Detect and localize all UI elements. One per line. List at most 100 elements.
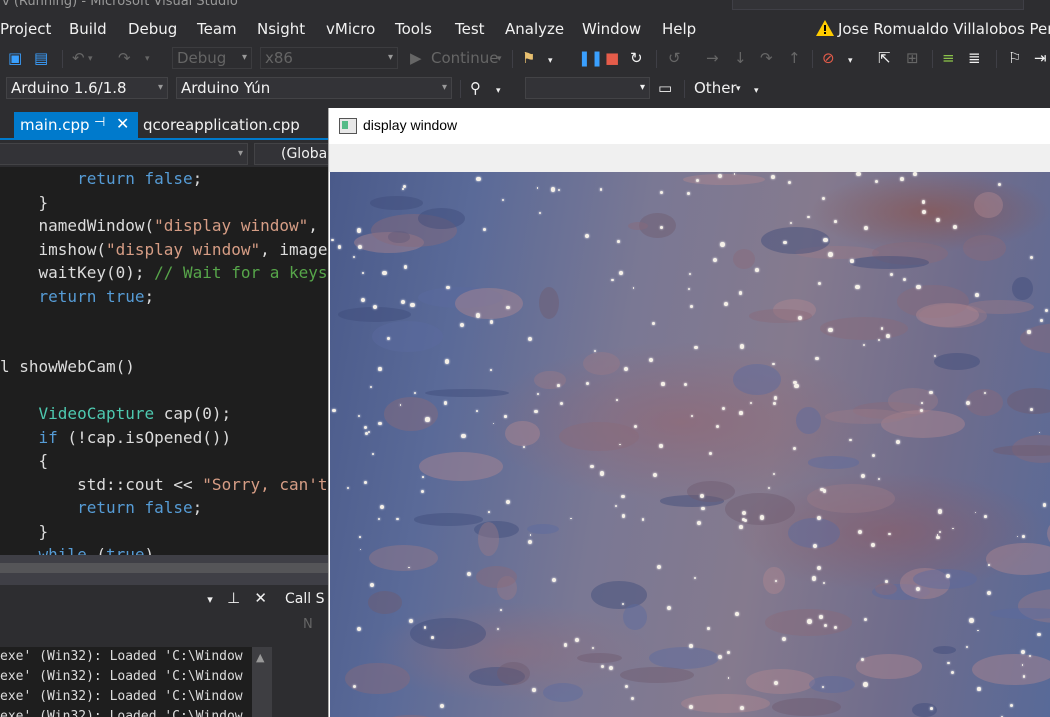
platform-value: x86 [265,49,293,67]
tab-label: main.cpp [20,116,90,134]
solution-configuration-select[interactable]: Debug ▾ [172,47,252,69]
serial-monitor-icon[interactable]: ▭ [658,79,672,97]
menu-analyze[interactable]: Analyze [505,20,564,38]
output-line: exe' (Win32): Loaded 'C:\Window [0,649,243,664]
code-line: return true; [38,286,155,306]
output-vscroll[interactable]: ▲ [252,647,272,717]
menu-team[interactable]: Team [197,20,237,38]
menu-debug[interactable]: Debug [128,20,177,38]
menu-tools[interactable]: Tools [395,20,432,38]
call-stack-title[interactable]: Call S [285,591,324,607]
global-scope-select[interactable]: (Global [254,143,334,165]
step-over-icon[interactable]: ↓ [734,49,747,67]
restart-icon[interactable]: ↻ [630,49,643,67]
panel-close-icon[interactable]: ✕ [254,589,267,607]
tab-main-cpp[interactable]: main.cpp ⊣ ✕ [14,112,138,138]
menu-nsight[interactable]: Nsight [257,20,305,38]
scope-value: (Global [281,146,332,162]
code-line: waitKey(0); // Wait for a keystro [0,263,330,282]
code-text: return false; } namedWindow("display win… [0,167,330,555]
continue-button[interactable]: Continue [431,49,498,67]
tab-qcoreapplication-cpp[interactable]: qcoreapplication.cpp [143,116,300,134]
thread-icon[interactable]: ⇱ [878,49,891,67]
menu-bar: Project Build Debug Team Nsight vMicro T… [0,14,1050,42]
output-line: exe' (Win32): Loaded 'C:\Window [0,689,243,704]
attach-process-icon[interactable]: ⚑ [522,49,535,67]
save-icon[interactable]: ▣ [8,49,22,67]
scroll-up-icon[interactable]: ▲ [256,651,264,664]
indent-icon[interactable]: ≡ [942,49,955,67]
quick-launch-box[interactable] [732,0,1024,10]
board-select[interactable]: Arduino Yún ▾ [176,77,452,99]
stop-icon[interactable]: ■ [605,49,619,67]
toolbar-overflow-icon[interactable]: ▾ [754,86,759,96]
arduino-ide-select[interactable]: Arduino 1.6/1.8 ▾ [6,77,168,99]
display-window-title: display window [363,117,458,133]
search-icon[interactable]: ⚲ [470,79,481,97]
navigation-bar: ▾ (Global [0,141,334,167]
arduino-ide-value: Arduino 1.6/1.8 [11,79,127,97]
code-line: l showWebCam() [0,357,135,376]
window-title: v (Running) - Microsoft Visual Studio [2,0,238,9]
undo-dropdown-icon[interactable]: ▾ [88,54,93,64]
call-stack-panel: Call S N [277,585,330,717]
code-line: if (!cap.isOpened()) [38,427,232,447]
code-line: std::cout << "Sorry, can't u [0,474,328,494]
menu-build[interactable]: Build [69,20,107,38]
save-all-icon[interactable]: ▤ [34,49,48,67]
attach-dropdown-icon[interactable]: ▾ [548,56,553,66]
warning-icon[interactable] [816,20,834,36]
pause-icon[interactable]: ❚❚ [578,49,603,67]
stack-frame-icon[interactable]: ⊞ [906,49,919,67]
code-line: VideoCapture cap(0); [38,404,232,423]
breakpoint-toggle-icon[interactable]: ⊘ [822,49,835,67]
continue-play-icon[interactable]: ▶ [410,49,422,67]
user-name[interactable]: Jose Romualdo Villalobos Perez [838,20,1050,38]
step-out-icon[interactable]: ↷ [760,49,773,67]
menu-help[interactable]: Help [662,20,696,38]
standard-toolbar: ▣ ▤ ↶ ▾ ↷ ▾ Debug ▾ x86 ▾ ▶ Continue ▾ ⚑ ▾… [0,44,1050,72]
serial-port-select[interactable]: ▾ [525,77,650,99]
configuration-value: Debug [177,49,227,67]
vmicro-toolbar: Arduino 1.6/1.8 ▾ Arduino Yún ▾ ⚲ ▾ ▾ ▭ Ot… [0,74,1050,104]
code-line: namedWindow("display window", CV_ [0,216,330,235]
outdent-icon[interactable]: ≣ [968,49,981,67]
pin-icon[interactable]: ⊣ [94,115,105,130]
continue-dropdown-icon[interactable]: ▾ [497,54,502,64]
project-scope-select[interactable]: ▾ [0,143,248,165]
other-dropdown-arrow-icon[interactable]: ▾ [736,84,741,94]
display-window-toolbar [329,144,1050,172]
bookmark-icon[interactable]: ⚐ [1008,49,1021,67]
show-next-statement-icon[interactable]: ↺ [668,49,681,67]
output-text[interactable]: exe' (Win32): Loaded 'C:\Window exe' (Wi… [0,647,252,717]
menu-window[interactable]: Window [582,20,641,38]
code-editor[interactable]: return false; } namedWindow("display win… [0,167,330,555]
call-stack-name-column[interactable]: N [303,617,313,632]
search-dropdown-icon[interactable]: ▾ [496,86,501,96]
code-line: } [0,192,49,212]
platform-select[interactable]: x86 ▾ [260,47,398,69]
other-dropdown[interactable]: Other [694,79,737,97]
menu-project[interactable]: Project [0,20,51,38]
menu-test[interactable]: Test [455,20,485,38]
editor-hscroll[interactable] [0,555,330,585]
panel-pin-icon[interactable]: ⊥ [227,589,240,607]
redo-dropdown-icon[interactable]: ▾ [145,54,150,64]
undo-icon[interactable]: ↶ [72,49,85,67]
close-icon[interactable]: ✕ [116,114,129,133]
window-app-icon [339,118,357,134]
redo-icon[interactable]: ↷ [118,49,131,67]
menu-vmicro[interactable]: vMicro [326,20,375,38]
step-back-icon[interactable]: ↑ [788,49,801,67]
code-line: while (true) [38,545,155,555]
code-line: imshow("display window", image); [0,239,330,259]
breakpoint-dropdown-icon[interactable]: ▾ [848,56,853,66]
display-window[interactable]: display window [328,108,1050,717]
step-into-icon[interactable]: → [706,49,719,67]
window-titlebar: v (Running) - Microsoft Visual Studio [0,0,1050,12]
bookmark-next-icon[interactable]: ⇥ [1034,49,1047,67]
panel-dropdown-icon[interactable]: ▾ [207,593,213,606]
code-line: return false; [77,169,203,188]
